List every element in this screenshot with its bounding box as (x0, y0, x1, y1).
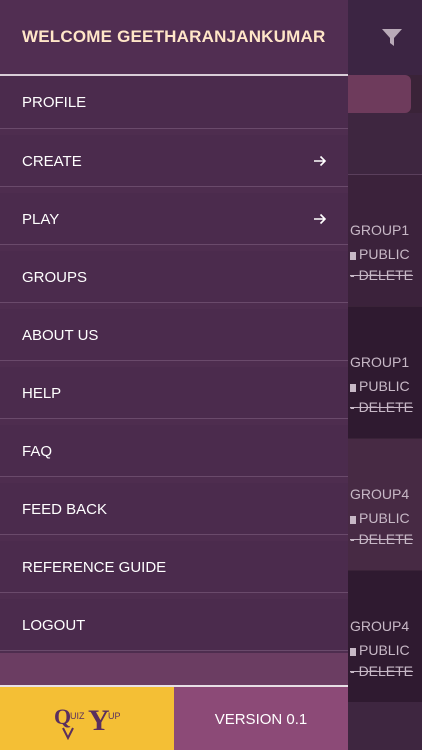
svg-text:Y: Y (88, 704, 110, 737)
arrow-right-icon (314, 213, 327, 225)
filter-icon[interactable] (380, 26, 404, 50)
quizyup-logo: Q UIZ Y UP (54, 704, 121, 740)
arrow-right-icon (314, 155, 327, 167)
delete-label: DELETE (358, 663, 414, 679)
delete-prefix: - (350, 267, 359, 283)
menu-item-create[interactable]: CREATE (0, 135, 348, 187)
card-visibility: PUBLIC (350, 378, 410, 394)
delete-link[interactable]: - DELETE (350, 531, 413, 547)
card-group: GROUP4 (350, 486, 410, 502)
visibility-label: PUBLIC (359, 642, 410, 658)
lock-icon (350, 516, 356, 524)
svg-text:UP: UP (108, 711, 121, 721)
menu-item-label: PLAY (22, 211, 60, 228)
card-group: GROUP1 (350, 222, 410, 238)
menu-item-label: HELP (22, 385, 62, 402)
menu-item-about-us[interactable]: ABOUT US (0, 309, 348, 361)
version-label: VERSION 0.1 (214, 711, 308, 728)
menu-item-reference-guide[interactable]: REFERENCE GUIDE (0, 541, 348, 593)
delete-label: DELETE (358, 531, 414, 547)
menu-item-feedback[interactable]: FEED BACK (0, 483, 348, 535)
menu-item-profile[interactable]: PROFILE (0, 76, 348, 129)
delete-prefix: - (350, 663, 359, 679)
svg-text:Q: Q (54, 704, 71, 729)
menu-item-label: FEED BACK (22, 501, 108, 518)
delete-prefix: - (350, 531, 359, 547)
card-visibility: PUBLIC (350, 246, 410, 262)
menu-item-label: ABOUT US (22, 327, 99, 344)
menu-item-label: REFERENCE GUIDE (22, 559, 167, 576)
menu-item-label: CREATE (22, 153, 82, 170)
drawer-menu: PROFILE CREATE PLAY GROUPS ABOUT US HELP… (0, 76, 348, 657)
lock-icon (350, 252, 356, 260)
card-visibility: PUBLIC (350, 642, 410, 658)
menu-item-label: FAQ (22, 443, 53, 460)
delete-link[interactable]: - DELETE (350, 399, 413, 415)
delete-link[interactable]: - DELETE (350, 663, 413, 679)
navigation-drawer: WELCOME GEETHARANJANKUMAR PROFILE CREATE… (0, 0, 348, 750)
menu-item-faq[interactable]: FAQ (0, 425, 348, 477)
delete-label: DELETE (358, 399, 414, 415)
menu-item-label: PROFILE (22, 94, 87, 111)
svg-text:UIZ: UIZ (70, 711, 85, 721)
delete-prefix: - (350, 399, 359, 415)
delete-label: DELETE (358, 267, 414, 283)
drawer-header: WELCOME GEETHARANJANKUMAR (0, 0, 348, 74)
menu-item-logout[interactable]: LOGOUT (0, 599, 348, 651)
visibility-label: PUBLIC (359, 378, 410, 394)
menu-item-label: LOGOUT (22, 617, 86, 634)
visibility-label: PUBLIC (359, 246, 410, 262)
menu-item-groups[interactable]: GROUPS (0, 251, 348, 303)
welcome-text: WELCOME GEETHARANJANKUMAR (22, 27, 326, 46)
menu-item-label: GROUPS (22, 269, 88, 286)
card-group: GROUP1 (350, 354, 410, 370)
lock-icon (350, 648, 356, 656)
menu-item-help[interactable]: HELP (0, 367, 348, 419)
version-panel: VERSION 0.1 (174, 687, 348, 750)
card-visibility: PUBLIC (350, 510, 410, 526)
visibility-label: PUBLIC (359, 510, 410, 526)
drawer-spacer (0, 653, 348, 685)
lock-icon (350, 384, 356, 392)
menu-item-play[interactable]: PLAY (0, 193, 348, 245)
delete-link[interactable]: - DELETE (350, 267, 413, 283)
card-group: GROUP4 (350, 618, 410, 634)
